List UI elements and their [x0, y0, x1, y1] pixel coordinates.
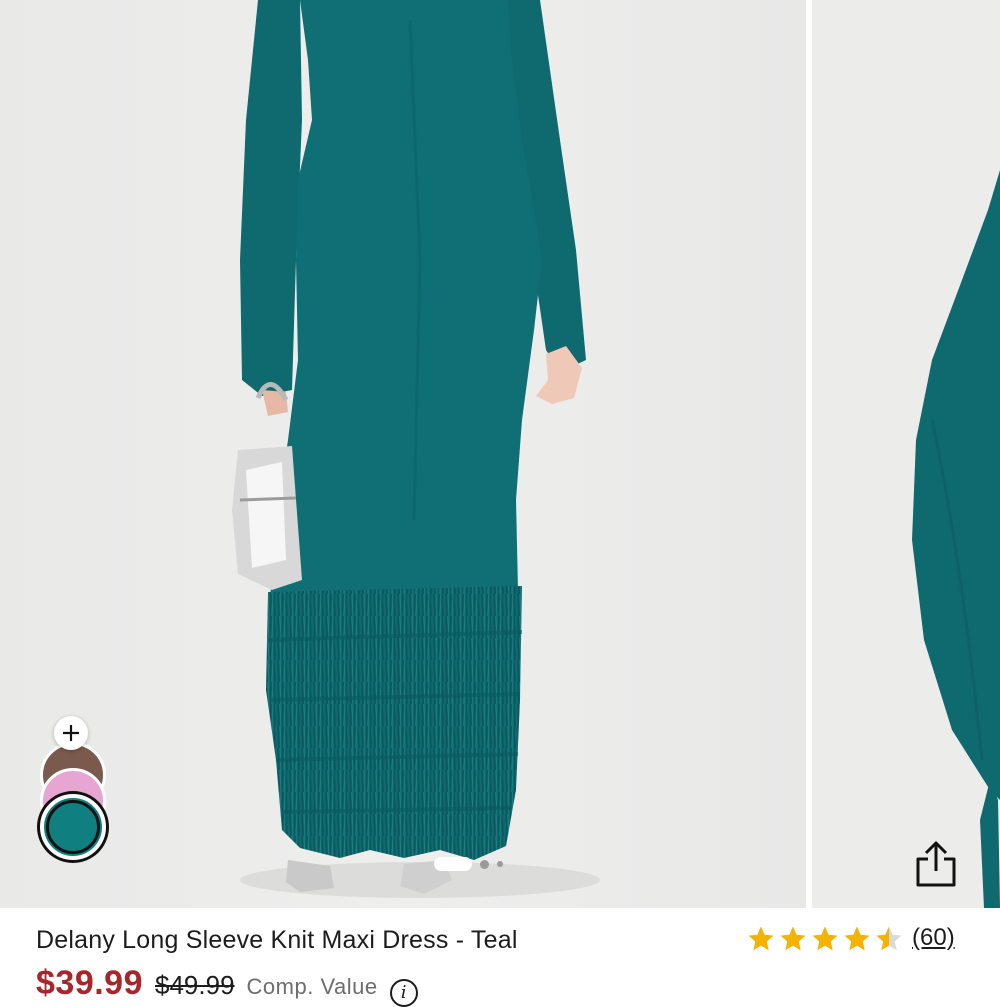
- price-row: $39.99 $49.99 Comp. Value i: [36, 964, 418, 1007]
- product-image-gallery[interactable]: [0, 0, 1000, 908]
- dress-photo: [0, 0, 806, 908]
- star-icon: [844, 926, 870, 951]
- info-icon[interactable]: i: [389, 978, 418, 1007]
- carousel-dot[interactable]: [480, 859, 489, 869]
- share-button[interactable]: [908, 836, 964, 892]
- carousel-dot-active[interactable]: [434, 857, 472, 871]
- original-price: $49.99: [155, 970, 235, 1000]
- product-image-next[interactable]: [812, 0, 1000, 908]
- product-image-main[interactable]: [0, 0, 806, 908]
- review-count-link[interactable]: (60): [912, 924, 955, 952]
- product-title: Delany Long Sleeve Knit Maxi Dress - Tea…: [36, 926, 518, 954]
- star-icon: [780, 926, 806, 951]
- sale-price: $39.99: [36, 964, 143, 1002]
- star-rating[interactable]: [746, 924, 904, 954]
- dress-photo-side: [812, 0, 1000, 908]
- more-colors-button[interactable]: [54, 716, 88, 750]
- share-icon: [916, 841, 956, 887]
- plus-icon: [63, 725, 79, 741]
- star-icon: [748, 926, 774, 951]
- comp-value-label: Comp. Value: [246, 974, 378, 999]
- swatch-teal-selected[interactable]: [40, 794, 106, 860]
- carousel-indicator: [434, 855, 503, 873]
- star-icon: [812, 926, 838, 951]
- color-swatches: [38, 716, 108, 862]
- star-half-icon: [876, 926, 902, 951]
- carousel-dot[interactable]: [497, 861, 503, 867]
